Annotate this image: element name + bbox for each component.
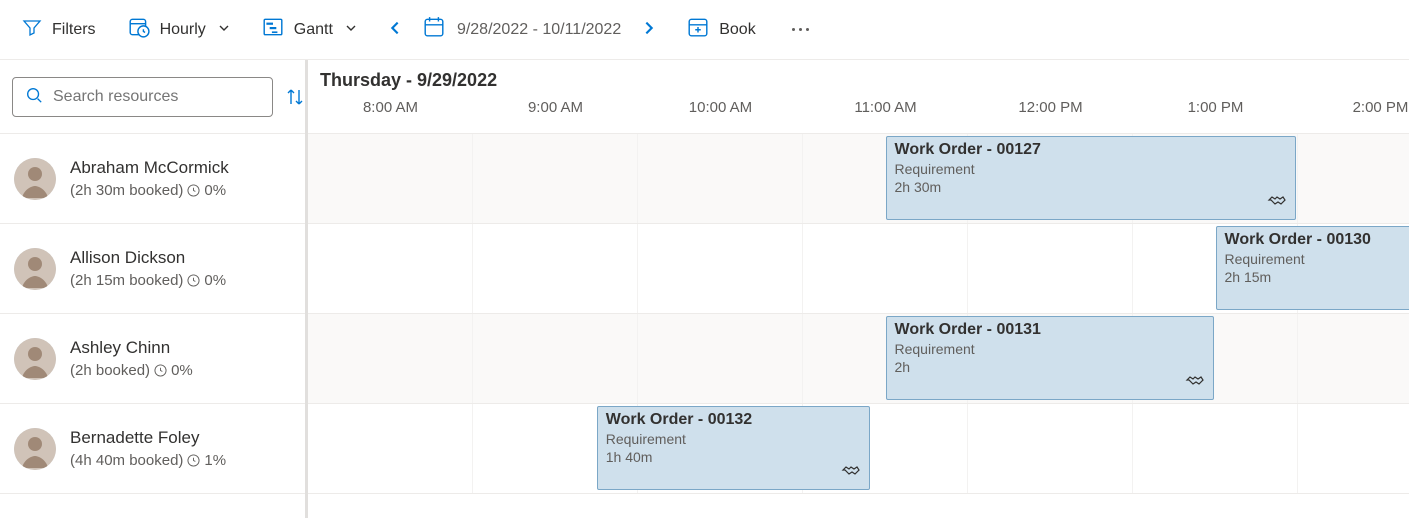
calendar-plus-icon: [687, 16, 709, 43]
resource-name: Abraham McCormick: [70, 158, 229, 178]
avatar: [14, 338, 56, 380]
booking-title: Work Order - 00132: [606, 411, 861, 429]
booking-title: Work Order - 00131: [895, 321, 1205, 339]
resource-name: Ashley Chinn: [70, 338, 193, 358]
timeline-row[interactable]: Work Order - 00132 Requirement 1h 40m: [308, 404, 1409, 494]
booking-card[interactable]: Work Order - 00131 Requirement 2h: [886, 316, 1214, 400]
filter-icon: [22, 17, 42, 42]
resource-meta: (2h 15m booked) 0%: [70, 272, 226, 289]
calendar-clock-icon: [128, 16, 150, 43]
resource-row[interactable]: Bernadette Foley (4h 40m booked) 1%: [0, 404, 305, 494]
time-column-header: 11:00 AM: [803, 93, 968, 121]
handshake-icon: [841, 460, 861, 483]
search-field[interactable]: [53, 88, 260, 106]
resource-name: Allison Dickson: [70, 248, 226, 268]
resource-list: Abraham McCormick (2h 30m booked) 0% All…: [0, 134, 305, 494]
booking-subtitle: Requirement: [895, 161, 1288, 177]
booking-subtitle: Requirement: [1225, 251, 1409, 267]
clock-icon: [187, 274, 200, 287]
resource-meta: (4h 40m booked) 1%: [70, 452, 226, 469]
clock-icon: [154, 364, 167, 377]
chevron-down-icon: [218, 21, 230, 39]
time-column-header: 1:00 PM: [1133, 93, 1298, 121]
book-button[interactable]: Book: [685, 12, 757, 47]
chevron-down-icon: [345, 21, 357, 39]
booking-card[interactable]: Work Order - 00127 Requirement 2h 30m: [886, 136, 1297, 220]
time-column-header: 12:00 PM: [968, 93, 1133, 121]
resource-row[interactable]: Allison Dickson (2h 15m booked) 0%: [0, 224, 305, 314]
more-actions-button[interactable]: [786, 22, 815, 37]
resource-row[interactable]: Ashley Chinn (2h booked) 0%: [0, 314, 305, 404]
booking-duration: 1h 40m: [606, 449, 861, 465]
booking-subtitle: Requirement: [606, 431, 861, 447]
book-label: Book: [719, 21, 755, 39]
handshake-icon: [1185, 370, 1205, 393]
clock-icon: [187, 184, 200, 197]
booking-card[interactable]: Work Order - 00132 Requirement 1h 40m: [597, 406, 870, 490]
avatar: [14, 158, 56, 200]
search-resources-input[interactable]: [12, 77, 273, 117]
booking-subtitle: Requirement: [895, 341, 1205, 357]
avatar: [14, 248, 56, 290]
filters-label: Filters: [52, 21, 96, 39]
time-column-header: 2:00 PM: [1298, 93, 1409, 121]
view-mode-dropdown[interactable]: Hourly: [126, 12, 232, 47]
next-range-button[interactable]: [641, 20, 657, 39]
search-icon: [25, 86, 43, 107]
time-column-header: 10:00 AM: [638, 93, 803, 121]
timeline-row[interactable]: Work Order - 00130 Requirement 2h 15m: [308, 224, 1409, 314]
booking-duration: 2h 30m: [895, 179, 1288, 195]
resource-row[interactable]: Abraham McCormick (2h 30m booked) 0%: [0, 134, 305, 224]
timeline-row[interactable]: Work Order - 00127 Requirement 2h 30m: [308, 134, 1409, 224]
timeline-date-header: Thursday - 9/29/2022: [308, 60, 1409, 93]
booking-title: Work Order - 00127: [895, 141, 1288, 159]
booking-duration: 2h 15m: [1225, 269, 1409, 285]
resource-meta: (2h 30m booked) 0%: [70, 182, 229, 199]
handshake-icon: [1267, 190, 1287, 213]
gantt-icon: [262, 16, 284, 43]
time-column-header: 9:00 AM: [473, 93, 638, 121]
booking-duration: 2h: [895, 359, 1205, 375]
sort-resources-button[interactable]: [285, 87, 305, 107]
schedule-timeline: Thursday - 9/29/2022 8:00 AM9:00 AM10:00…: [308, 60, 1409, 518]
prev-range-button[interactable]: [387, 20, 403, 39]
time-column-header: 8:00 AM: [308, 93, 473, 121]
calendar-icon: [423, 16, 445, 43]
date-range-label: 9/28/2022 - 10/11/2022: [457, 21, 621, 39]
resource-sidebar: Abraham McCormick (2h 30m booked) 0% All…: [0, 60, 308, 518]
view-mode-label: Hourly: [160, 21, 206, 39]
booking-title: Work Order - 00130: [1225, 231, 1409, 249]
resource-name: Bernadette Foley: [70, 428, 226, 448]
avatar: [14, 428, 56, 470]
date-range-picker[interactable]: 9/28/2022 - 10/11/2022: [423, 16, 621, 43]
timeline-row[interactable]: Work Order - 00131 Requirement 2h: [308, 314, 1409, 404]
toolbar: Filters Hourly Gantt 9/28/2022 - 10/11/2…: [0, 0, 1409, 60]
layout-mode-dropdown[interactable]: Gantt: [260, 12, 359, 47]
layout-mode-label: Gantt: [294, 21, 333, 39]
booking-card[interactable]: Work Order - 00130 Requirement 2h 15m: [1216, 226, 1409, 310]
resource-meta: (2h booked) 0%: [70, 362, 193, 379]
filters-button[interactable]: Filters: [20, 13, 98, 46]
clock-icon: [187, 454, 200, 467]
